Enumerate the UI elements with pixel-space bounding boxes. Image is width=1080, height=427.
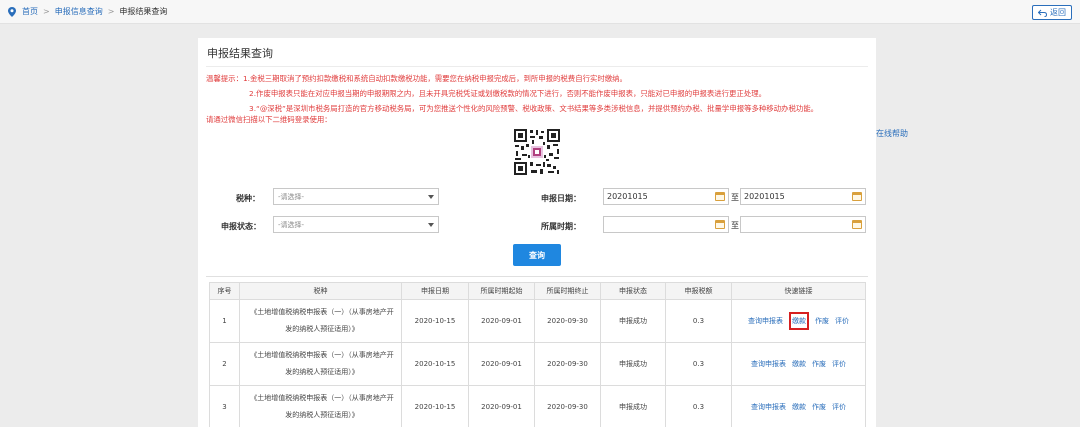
notice-line-4: 请通过微信扫描以下二维码登录使用： bbox=[206, 115, 332, 124]
calendar-icon[interactable] bbox=[715, 220, 725, 229]
breadcrumb-declare-info-link[interactable]: 申报信息查询 bbox=[55, 6, 103, 17]
cell-tax-name: 《土地增值税纳税申报表（一）（从事房地产开发的纳税人预征适用）》 bbox=[239, 342, 402, 386]
column-header-period-start: 所属时期起始 bbox=[468, 282, 535, 300]
column-header-date: 申报日期 bbox=[401, 282, 469, 300]
cell-period-end: 2020-09-30 bbox=[534, 342, 601, 386]
cell-amount: 0.3 bbox=[665, 299, 732, 343]
breadcrumb-current: 申报结果查询 bbox=[119, 7, 168, 16]
back-arrow-icon bbox=[1038, 9, 1047, 17]
declare-status-select-value: -请选择- bbox=[278, 221, 305, 229]
rate-link[interactable]: 评价 bbox=[832, 360, 846, 368]
declare-date-from-input[interactable]: 20201015 bbox=[603, 188, 729, 205]
cell-tax-name: 《土地增值税纳税申报表（一）（从事房地产开发的纳税人预征适用）》 bbox=[239, 299, 402, 343]
cell-seq: 2 bbox=[209, 342, 240, 386]
cell-date: 2020-10-15 bbox=[401, 385, 469, 427]
cell-quick-links: 查询申报表 缴款 作废 评价 bbox=[731, 385, 866, 427]
table-row: 2 《土地增值税纳税申报表（一）（从事房地产开发的纳税人预征适用）》 2020-… bbox=[209, 342, 866, 386]
table-header-row: 序号 税种 申报日期 所属时期起始 所属时期终止 申报状态 申报税额 快速链接 bbox=[209, 282, 866, 300]
title-divider bbox=[206, 66, 868, 67]
view-declaration-link[interactable]: 查询申报表 bbox=[748, 317, 783, 325]
void-link[interactable]: 作废 bbox=[812, 403, 826, 411]
cell-status: 申报成功 bbox=[600, 385, 666, 427]
column-header-seq: 序号 bbox=[209, 282, 240, 300]
cell-status: 申报成功 bbox=[600, 299, 666, 343]
breadcrumb: 首页 > 申报信息查询 > 申报结果查询 bbox=[8, 6, 167, 17]
declare-date-to-value: 20201015 bbox=[744, 192, 785, 201]
cell-date: 2020-10-15 bbox=[401, 299, 469, 343]
tax-type-select[interactable]: -请选择- bbox=[273, 188, 439, 205]
cell-period-end: 2020-09-30 bbox=[534, 299, 601, 343]
declare-date-to-input[interactable]: 20201015 bbox=[740, 188, 866, 205]
chevron-down-icon bbox=[428, 223, 434, 227]
breadcrumb-separator: > bbox=[43, 7, 50, 16]
period-label: 所属时期： bbox=[541, 222, 581, 231]
cell-quick-links: 查询申报表 缴款 作废 评价 bbox=[731, 342, 866, 386]
notice-line-1: 温馨提示：1.金税三期取消了预约扣款缴税和系统自动扣款缴税功能，需要您在纳税申报… bbox=[206, 74, 627, 83]
calendar-icon[interactable] bbox=[715, 192, 725, 201]
cell-amount: 0.3 bbox=[665, 385, 732, 427]
online-help-link[interactable]: 在线帮助 bbox=[876, 128, 908, 139]
view-declaration-link[interactable]: 查询申报表 bbox=[751, 360, 786, 368]
cell-period-start: 2020-09-01 bbox=[468, 385, 535, 427]
results-table: 序号 税种 申报日期 所属时期起始 所属时期终止 申报状态 申报税额 快速链接 … bbox=[209, 282, 866, 427]
pay-link[interactable]: 缴款 bbox=[789, 311, 809, 330]
column-header-status: 申报状态 bbox=[600, 282, 666, 300]
declare-date-label: 申报日期： bbox=[541, 194, 581, 203]
cell-quick-links: 查询申报表 缴款 作废 评价 bbox=[731, 299, 866, 343]
void-link[interactable]: 作废 bbox=[815, 317, 829, 325]
date-range-to-label: 至 bbox=[731, 193, 739, 202]
table-row: 1 《土地增值税纳税申报表（一）（从事房地产开发的纳税人预征适用）》 2020-… bbox=[209, 299, 866, 343]
qr-code bbox=[513, 128, 561, 176]
view-declaration-link[interactable]: 查询申报表 bbox=[751, 403, 786, 411]
back-button[interactable]: 返回 bbox=[1032, 5, 1072, 20]
calendar-icon[interactable] bbox=[852, 220, 862, 229]
section-divider bbox=[206, 276, 868, 277]
declare-status-label: 申报状态： bbox=[221, 222, 261, 231]
breadcrumb-separator: > bbox=[107, 7, 115, 16]
pay-link[interactable]: 缴款 bbox=[792, 360, 806, 368]
table-row: 3 《土地增值税纳税申报表（一）（从事房地产开发的纳税人预征适用）》 2020-… bbox=[209, 385, 866, 427]
cell-period-start: 2020-09-01 bbox=[468, 299, 535, 343]
query-button[interactable]: 查询 bbox=[513, 244, 561, 266]
period-from-input[interactable] bbox=[603, 216, 729, 233]
breadcrumb-bar: 首页 > 申报信息查询 > 申报结果查询 返回 bbox=[0, 0, 1080, 24]
page-title: 申报结果查询 bbox=[207, 47, 273, 60]
void-link[interactable]: 作废 bbox=[812, 360, 826, 368]
cell-tax-name: 《土地增值税纳税申报表（一）（从事房地产开发的纳税人预征适用）》 bbox=[239, 385, 402, 427]
query-panel: 申报结果查询 温馨提示：1.金税三期取消了预约扣款缴税和系统自动扣款缴税功能，需… bbox=[198, 38, 876, 427]
column-header-quick-links: 快速链接 bbox=[731, 282, 866, 300]
calendar-icon[interactable] bbox=[852, 192, 862, 201]
column-header-tax: 税种 bbox=[239, 282, 402, 300]
column-header-amount: 申报税额 bbox=[665, 282, 732, 300]
cell-seq: 3 bbox=[209, 385, 240, 427]
chevron-down-icon bbox=[428, 195, 434, 199]
declare-status-select[interactable]: -请选择- bbox=[273, 216, 439, 233]
tax-type-label: 税种： bbox=[236, 194, 260, 203]
notice-line-2: 2.作废申报表只能在对应申报当期的申报期限之内，且未开具完税凭证或划缴税款的情况… bbox=[249, 89, 767, 98]
cell-amount: 0.3 bbox=[665, 342, 732, 386]
period-to-input[interactable] bbox=[740, 216, 866, 233]
period-range-to-label: 至 bbox=[731, 221, 739, 230]
location-pin-icon bbox=[8, 6, 16, 17]
column-header-period-end: 所属时期终止 bbox=[534, 282, 601, 300]
cell-seq: 1 bbox=[209, 299, 240, 343]
tax-type-select-value: -请选择- bbox=[278, 193, 305, 201]
rate-link[interactable]: 评价 bbox=[835, 317, 849, 325]
pay-link[interactable]: 缴款 bbox=[792, 403, 806, 411]
rate-link[interactable]: 评价 bbox=[832, 403, 846, 411]
cell-date: 2020-10-15 bbox=[401, 342, 469, 386]
back-button-label: 返回 bbox=[1050, 8, 1066, 17]
declare-date-from-value: 20201015 bbox=[607, 192, 648, 201]
breadcrumb-home-link[interactable]: 首页 bbox=[22, 6, 38, 17]
cell-period-end: 2020-09-30 bbox=[534, 385, 601, 427]
cell-status: 申报成功 bbox=[600, 342, 666, 386]
cell-period-start: 2020-09-01 bbox=[468, 342, 535, 386]
notice-line-3: 3.“@深税”是深圳市税务局打造的官方移动税务局，可为您推送个性化的风险预警、税… bbox=[249, 104, 819, 113]
